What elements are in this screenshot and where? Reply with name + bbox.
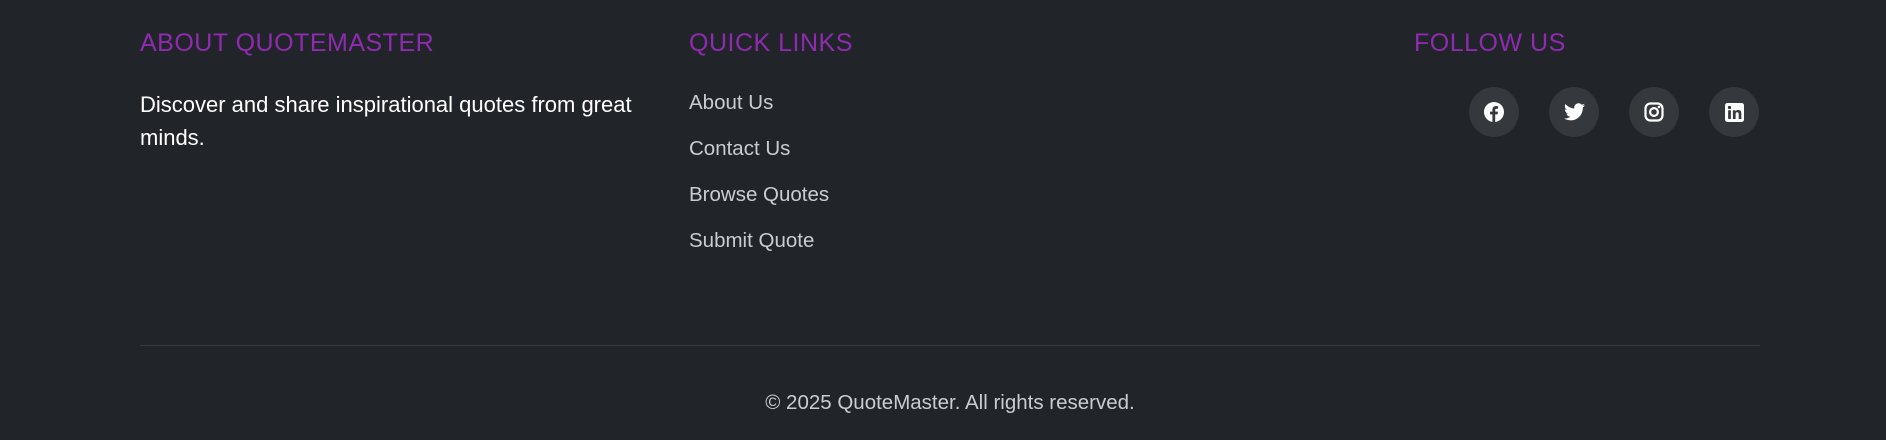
- quick-links-list: About Us Contact Us Browse Quotes Submit…: [689, 88, 829, 272]
- link-contact-us[interactable]: Contact Us: [689, 134, 829, 180]
- facebook-button[interactable]: [1469, 87, 1519, 137]
- instagram-button[interactable]: [1629, 87, 1679, 137]
- facebook-icon: [1484, 102, 1504, 122]
- copyright-text: © 2025 QuoteMaster. All rights reserved.: [765, 391, 1135, 414]
- follow-heading: FOLLOW US: [1414, 29, 1566, 57]
- about-description: Discover and share inspirational quotes …: [140, 92, 632, 150]
- footer-divider: [140, 345, 1760, 346]
- linkedin-button[interactable]: [1709, 87, 1759, 137]
- link-submit-quote[interactable]: Submit Quote: [689, 226, 829, 272]
- site-footer: ABOUT QUOTEMASTER Discover and share ins…: [0, 0, 1886, 440]
- social-links: [1469, 87, 1759, 137]
- linkedin-icon: [1724, 102, 1744, 122]
- twitter-button[interactable]: [1549, 87, 1599, 137]
- link-browse-quotes[interactable]: Browse Quotes: [689, 180, 829, 226]
- instagram-icon: [1644, 102, 1664, 122]
- about-heading: ABOUT QUOTEMASTER: [140, 29, 435, 57]
- link-about-us[interactable]: About Us: [689, 88, 829, 134]
- quick-links-heading: QUICK LINKS: [689, 29, 853, 57]
- twitter-icon: [1563, 103, 1585, 121]
